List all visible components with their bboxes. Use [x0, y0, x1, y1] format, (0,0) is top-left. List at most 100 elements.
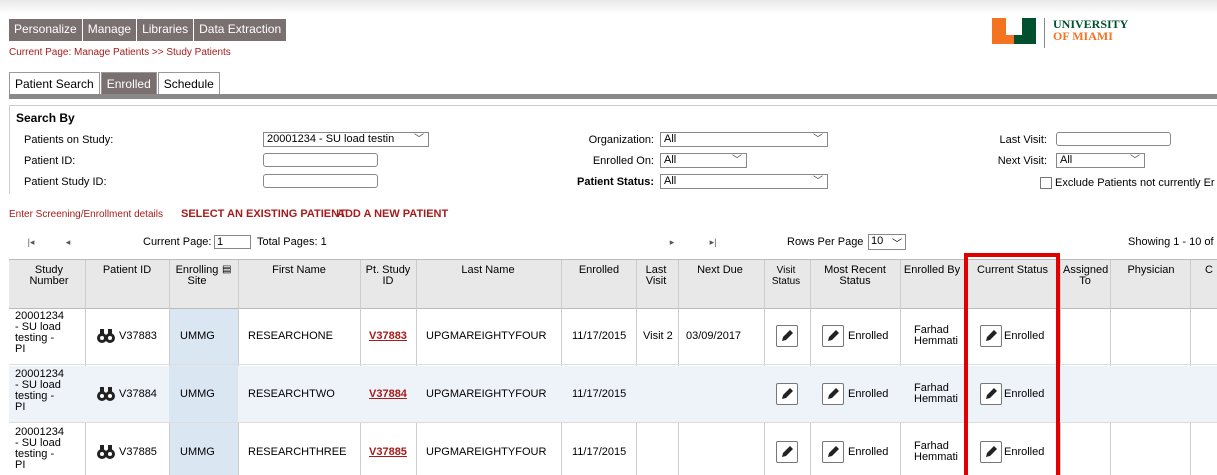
patient-id-input[interactable]	[263, 153, 378, 167]
cell-pt-study-id-link[interactable]: V37884	[369, 389, 407, 400]
cell-enrolled: 11/17/2015	[572, 330, 627, 342]
cell-last-visit: Visit 2	[643, 330, 673, 342]
menu-libraries[interactable]: Libraries	[137, 19, 195, 41]
last-page-icon[interactable]: ▸|	[708, 237, 718, 247]
rows-per-page-select[interactable]: 10 ﹀	[868, 234, 906, 250]
tab-underline	[9, 94, 1217, 99]
col-visit-status[interactable]: Visit Status	[766, 265, 806, 287]
menu-data-extraction[interactable]: Data Extraction	[194, 19, 286, 41]
col-next-due[interactable]: Next Due	[680, 265, 760, 276]
cell-patient-id: V37885	[119, 446, 157, 458]
exclude-checkbox[interactable]	[1040, 177, 1052, 189]
col-patient-id[interactable]: Patient ID	[90, 265, 164, 276]
last-visit-input[interactable]	[1056, 132, 1171, 146]
sort-icon[interactable]: ▤	[222, 264, 232, 276]
view-patient-icon[interactable]	[96, 384, 116, 404]
cell-enrolled: 11/17/2015	[572, 446, 627, 458]
cell-most-recent-status: Enrolled	[848, 388, 889, 400]
u-logo-icon	[992, 18, 1036, 44]
current-page-label: Current Page:	[143, 236, 212, 248]
tab-enrolled[interactable]: Enrolled	[100, 72, 157, 94]
exclude-label: Exclude Patients not currently Er	[1055, 177, 1215, 189]
col-last-name[interactable]: Last Name	[418, 265, 558, 276]
col-cut[interactable]: C	[1204, 265, 1214, 276]
col-enrolling-site[interactable]: Enrolling Site	[172, 265, 222, 287]
cell-first-name: RESEARCHTWO	[248, 388, 335, 400]
cell-study-number: 20001234 - SU load testing - PI	[15, 310, 64, 355]
chevron-down-icon: ﹀	[813, 176, 823, 187]
enrolled-on-label: Enrolled On:	[592, 155, 654, 167]
edit-visit-status-icon[interactable]	[776, 441, 798, 463]
col-pt-study-id[interactable]: Pt. Study ID	[363, 265, 413, 287]
cell-pt-study-id-link[interactable]: V37883	[369, 331, 407, 342]
last-visit-label: Last Visit:	[999, 134, 1048, 146]
organization-select[interactable]: All ﹀	[660, 132, 828, 147]
col-study-number[interactable]: Study Number	[14, 265, 84, 287]
current-status-highlight	[964, 253, 1060, 475]
tab-schedule[interactable]: Schedule	[157, 72, 220, 94]
col-enrolled-by[interactable]: Enrolled By	[902, 265, 962, 276]
patients-on-study-select[interactable]: 20001234 - SU load testin ﹀	[263, 132, 429, 147]
col-first-name[interactable]: First Name	[240, 265, 358, 276]
cell-study-number: 20001234 - SU load testing - PI	[15, 368, 64, 413]
enter-details-label: Enter Screening/Enrollment details	[9, 209, 163, 220]
chevron-down-icon: ﹀	[813, 134, 823, 145]
breadcrumb: Current Page: Manage Patients >> Study P…	[9, 47, 231, 58]
chevron-down-icon: ﹀	[1130, 155, 1140, 166]
cell-enrolled: 11/17/2015	[572, 388, 627, 400]
col-last-visit[interactable]: Last Visit	[638, 265, 674, 287]
edit-visit-status-icon[interactable]	[776, 325, 798, 347]
patients-on-study-label: Patients on Study:	[24, 134, 114, 146]
showing-count: Showing 1 - 10 of	[1128, 236, 1214, 248]
col-enrolled[interactable]: Enrolled	[563, 265, 635, 276]
prev-page-icon[interactable]: ◂	[63, 237, 73, 247]
current-page-input[interactable]: 1	[214, 235, 251, 249]
view-patient-icon[interactable]	[96, 442, 116, 462]
rows-per-page-label: Rows Per Page	[787, 236, 864, 248]
enrolled-on-select[interactable]: All ﹀	[660, 153, 747, 168]
cell-last-name: UPGMAREIGHTYFOUR	[426, 446, 547, 458]
edit-recent-status-icon[interactable]	[822, 325, 844, 347]
col-assigned-to[interactable]: Assigned To	[1063, 265, 1108, 287]
first-page-icon[interactable]: |◂	[26, 237, 36, 247]
cell-pt-study-id-link[interactable]: V37885	[369, 447, 407, 458]
cell-last-name: UPGMAREIGHTYFOUR	[426, 388, 547, 400]
next-visit-select[interactable]: All ﹀	[1056, 153, 1145, 168]
cell-site: UMMG	[180, 388, 215, 400]
select-existing-patient-link[interactable]: SELECT AN EXISTING PATIENT	[181, 208, 346, 220]
cell-study-number: 20001234 - SU load testing - PI	[15, 426, 64, 471]
cell-last-name: UPGMAREIGHTYFOUR	[426, 330, 547, 342]
cell-first-name: RESEARCHONE	[248, 330, 333, 342]
cell-most-recent-status: Enrolled	[848, 446, 889, 458]
chevron-down-icon: ﹀	[892, 239, 902, 250]
tab-patient-search[interactable]: Patient Search	[9, 72, 100, 94]
cell-most-recent-status: Enrolled	[848, 330, 889, 342]
edit-recent-status-icon[interactable]	[822, 383, 844, 405]
top-shade	[0, 0, 1217, 14]
cell-enrolled-by: Farhad Hemmati	[914, 382, 959, 405]
edit-visit-status-icon[interactable]	[776, 383, 798, 405]
university-logo: UNIVERSITY OF MIAMI	[992, 18, 1128, 48]
menu-manage[interactable]: Manage	[83, 19, 138, 41]
next-page-icon[interactable]: ▸	[667, 237, 677, 247]
next-visit-label: Next Visit:	[997, 155, 1047, 167]
patient-status-label: Patient Status:	[576, 176, 654, 188]
patient-study-id-label: Patient Study ID:	[24, 176, 107, 188]
cell-site: UMMG	[180, 446, 215, 458]
patient-study-id-input[interactable]	[263, 174, 378, 188]
patient-status-select[interactable]: All ﹀	[660, 174, 828, 189]
view-patient-icon[interactable]	[96, 326, 116, 346]
menu-personalize[interactable]: Personalize	[9, 19, 83, 41]
cell-site: UMMG	[180, 330, 215, 342]
cell-patient-id: V37884	[119, 388, 157, 400]
main-menu: Personalize Manage Libraries Data Extrac…	[9, 19, 287, 41]
cell-patient-id: V37883	[119, 330, 157, 342]
col-most-recent-status[interactable]: Most Recent Status	[812, 265, 898, 287]
chevron-down-icon: ﹀	[732, 155, 742, 166]
cell-enrolled-by: Farhad Hemmati	[914, 324, 959, 347]
cell-first-name: RESEARCHTHREE	[248, 446, 347, 458]
add-new-patient-link[interactable]: ADD A NEW PATIENT	[337, 208, 448, 220]
tab-bar: Patient Search Enrolled Schedule	[9, 72, 221, 94]
edit-recent-status-icon[interactable]	[822, 441, 844, 463]
col-physician[interactable]: Physician	[1114, 265, 1188, 276]
